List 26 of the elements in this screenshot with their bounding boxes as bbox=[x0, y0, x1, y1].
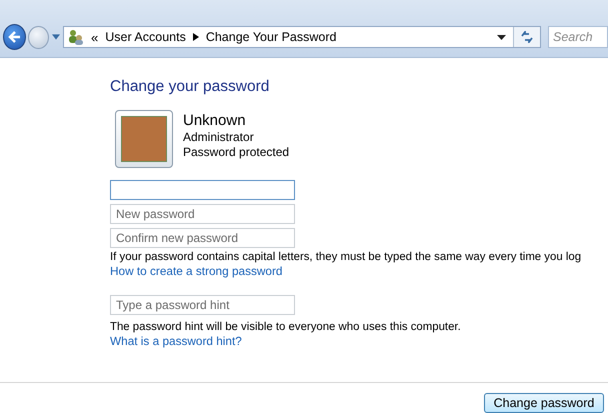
case-sensitivity-note: If your password contains capital letters, they must be typed the same way every time you log bbox=[110, 250, 582, 264]
account-status: Password protected bbox=[183, 145, 290, 160]
refresh-icon bbox=[520, 31, 534, 43]
address-bar[interactable]: « User Accounts Change Your Password bbox=[63, 26, 541, 48]
back-arrow-icon bbox=[8, 30, 22, 44]
dropdown-icon[interactable] bbox=[497, 34, 506, 40]
password-field[interactable]: New password bbox=[110, 204, 295, 224]
refresh-button[interactable] bbox=[513, 27, 540, 47]
chevron-text[interactable]: « bbox=[91, 30, 98, 44]
hint-visibility-note: The password hint will be visible to everyone who uses this computer. bbox=[110, 320, 461, 334]
password-field[interactable] bbox=[110, 180, 295, 200]
page-heading: Change your password bbox=[110, 78, 270, 96]
account-role: Administrator bbox=[183, 130, 255, 145]
breadcrumb-item[interactable]: User Accounts bbox=[105, 30, 186, 44]
users-icon bbox=[68, 29, 84, 45]
password-field[interactable]: Confirm new password bbox=[110, 228, 295, 248]
account-name: Unknown bbox=[183, 112, 247, 130]
photo-placeholder bbox=[121, 116, 167, 162]
separator-arrow-icon[interactable] bbox=[192, 33, 199, 41]
breadcrumb-item[interactable]: Change Your Password bbox=[206, 30, 336, 44]
password-hint-field[interactable]: Type a password hint bbox=[110, 295, 295, 315]
search-field[interactable]: Search bbox=[548, 26, 608, 48]
password-hint-link[interactable]: What is a password hint? bbox=[110, 334, 242, 349]
back-button[interactable] bbox=[3, 24, 26, 50]
change-password-button[interactable]: Change password bbox=[484, 393, 604, 413]
strong-password-link[interactable]: How to create a strong password bbox=[110, 264, 282, 279]
